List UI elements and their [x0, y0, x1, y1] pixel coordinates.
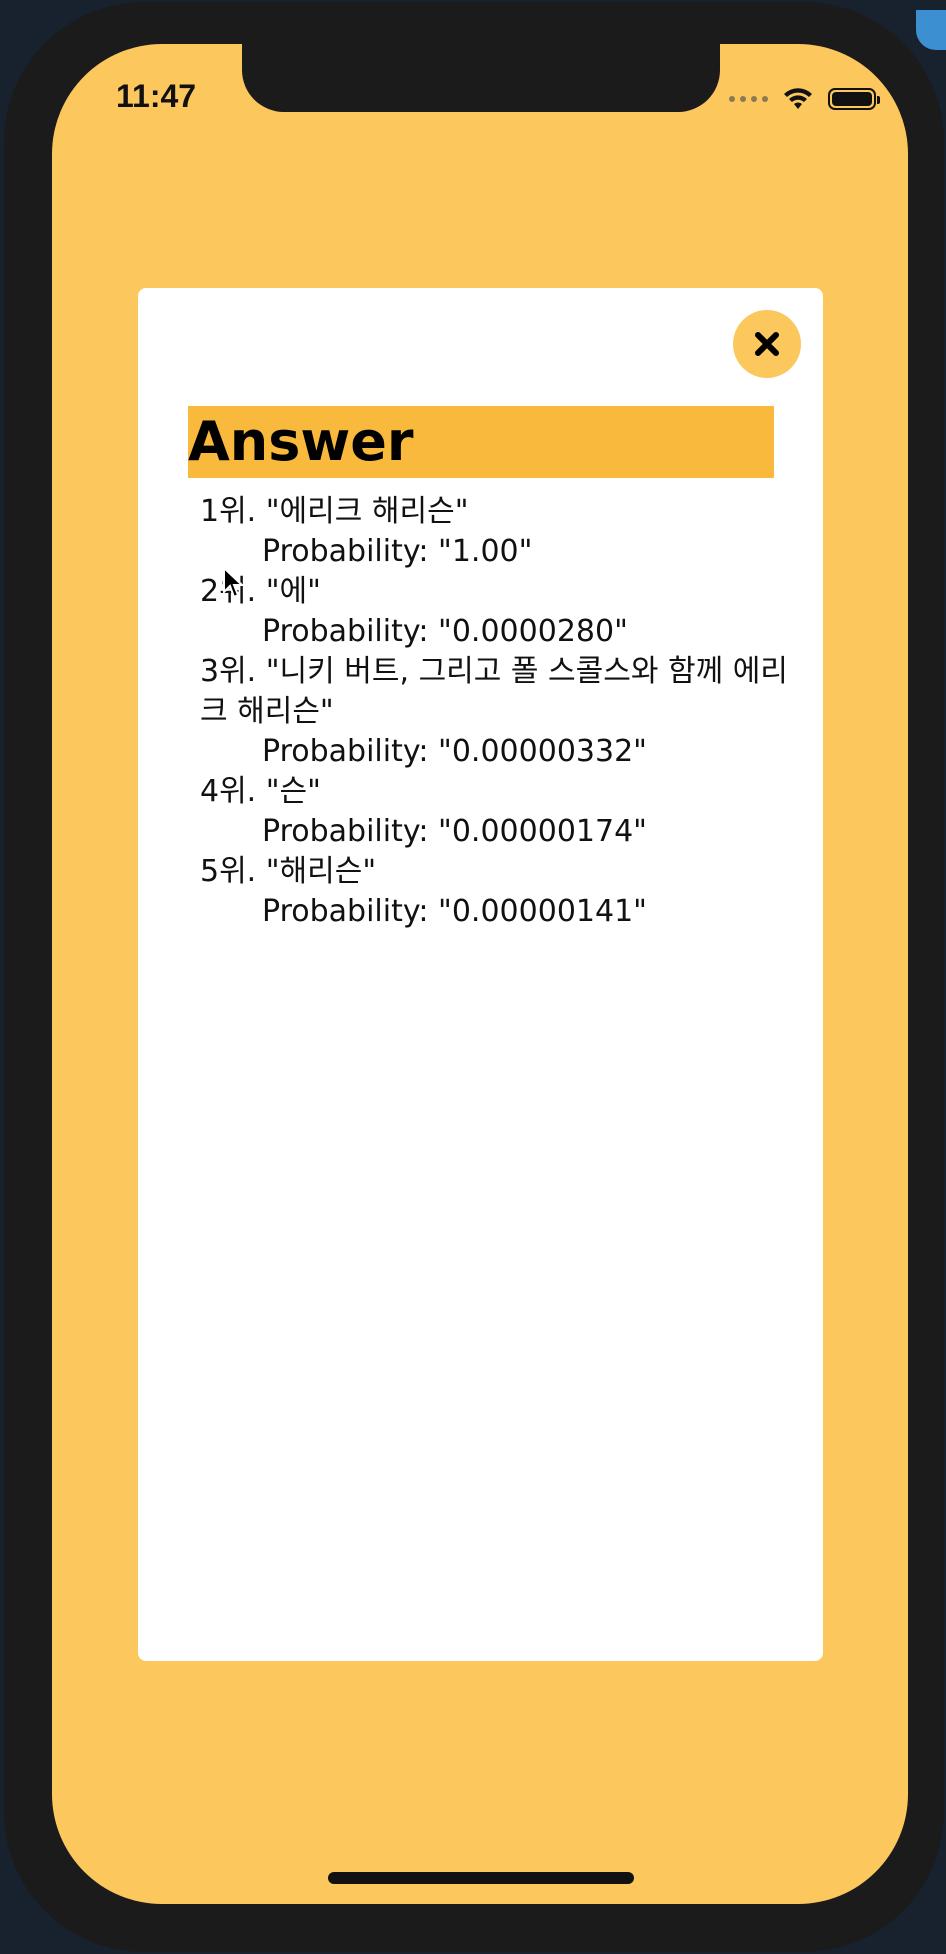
signal-icon	[729, 96, 768, 102]
list-item: 5위. "해리슨" Probability: "0.00000141"	[200, 852, 790, 932]
result-rank: 2위. "에"	[200, 574, 321, 609]
list-item: 2위. "에" Probability: "0.0000280"	[200, 572, 790, 652]
battery-icon	[828, 88, 880, 110]
result-probability: Probability: "0.00000174"	[262, 814, 647, 849]
mouse-cursor-icon	[223, 566, 244, 599]
close-icon	[755, 332, 779, 356]
answer-card: Answer 1위. "에리크 해리슨" Probability: "1.00"…	[138, 288, 823, 1661]
result-rank: 5위. "해리슨"	[200, 854, 377, 889]
home-indicator[interactable]	[328, 1872, 634, 1884]
notch	[242, 44, 720, 112]
result-probability: Probability: "0.0000280"	[262, 614, 628, 649]
phone-frame: 11:47 Answer 1위. "에리크 해리슨" Probability: …	[4, 2, 944, 1952]
answer-heading-text: Answer	[188, 410, 414, 473]
answer-heading: Answer	[188, 406, 774, 478]
result-rank: 3위. "니키 버트, 그리고 폴 스콜스와 함께 에리크 해리슨"	[200, 654, 788, 729]
results-list: 1위. "에리크 해리슨" Probability: "1.00" 2위. "에…	[200, 492, 790, 932]
list-item: 4위. "슨" Probability: "0.00000174"	[200, 772, 790, 852]
wifi-icon	[784, 88, 812, 109]
app-screen: 11:47 Answer 1위. "에리크 해리슨" Probability: …	[52, 44, 908, 1904]
status-time: 11:47	[116, 78, 197, 114]
result-probability: Probability: "0.00000332"	[262, 734, 647, 769]
list-item: 1위. "에리크 해리슨" Probability: "1.00"	[200, 492, 790, 572]
list-item: 3위. "니키 버트, 그리고 폴 스콜스와 함께 에리크 해리슨" Proba…	[200, 652, 790, 772]
result-probability: Probability: "0.00000141"	[262, 894, 647, 929]
result-probability: Probability: "1.00"	[262, 534, 533, 569]
result-rank: 4위. "슨"	[200, 774, 321, 809]
close-button[interactable]	[733, 310, 801, 378]
status-icons	[729, 84, 880, 114]
result-rank: 1위. "에리크 해리슨"	[200, 494, 469, 529]
